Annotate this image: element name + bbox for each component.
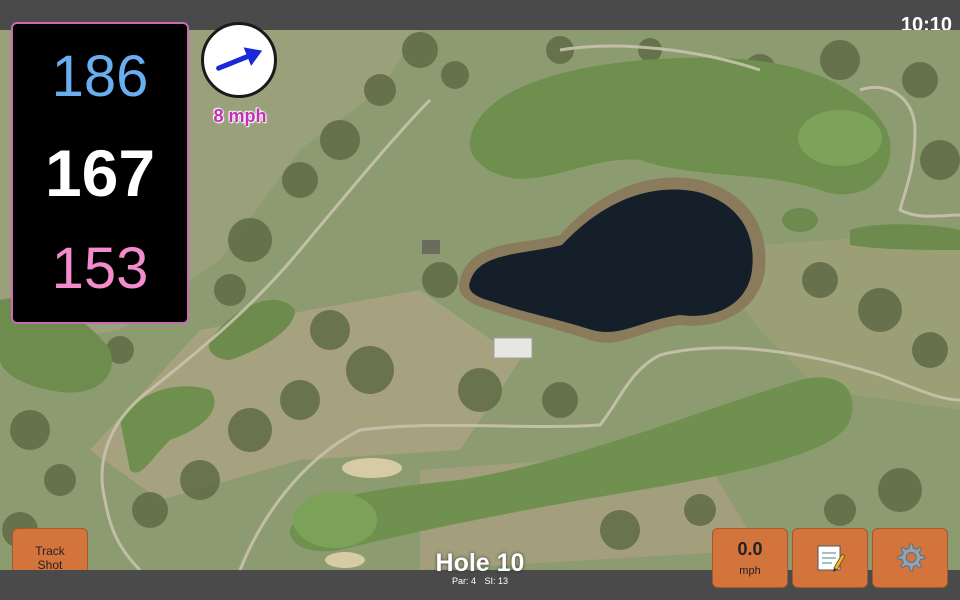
wind-speed-label: 8 mph [213,106,267,126]
wind-speed-button[interactable]: 0.0 mph [712,528,788,588]
hole-info: Hole 10 Par: 4 SI: 13 [380,548,580,586]
distance-panel: 186 167 153 [11,22,189,324]
settings-button[interactable] [872,528,948,588]
front-distance: 153 [51,236,149,301]
back-distance: 186 [51,44,149,109]
wind-speed-unit: mph [739,565,761,577]
wind-speed-value: 0.0 [737,539,763,559]
hole-stroke-index: SI: 13 [484,576,509,586]
gear-icon [897,543,926,572]
middle-distance: 167 [44,136,156,210]
hole-par: Par: 4 [451,576,476,586]
wind-arrow-icon [216,47,263,71]
hole-meta: Par: 4 SI: 13 [380,576,580,586]
notes-button[interactable] [792,528,868,588]
hole-title: Hole 10 [435,549,525,577]
wind-direction-dial [201,22,277,98]
notepad-icon [817,545,846,572]
